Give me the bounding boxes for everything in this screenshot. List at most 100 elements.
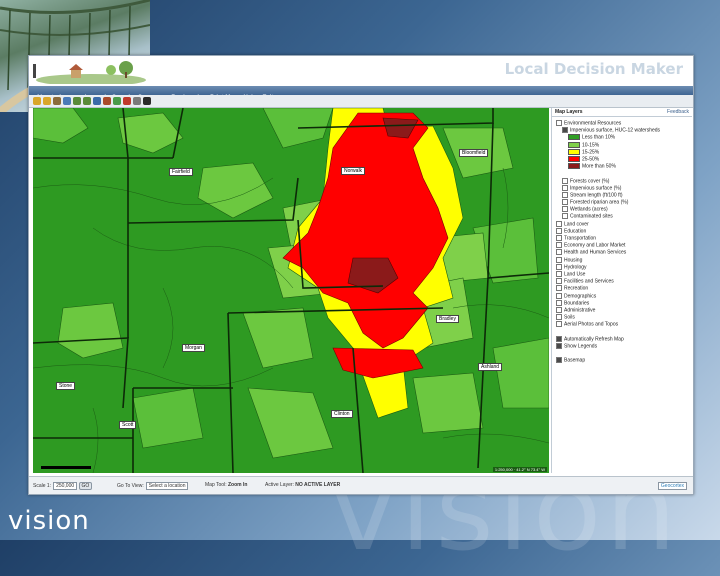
- layer-checkbox[interactable]: [556, 227, 562, 234]
- layer-row: Forested riparian area (%): [556, 199, 690, 206]
- full-extent-icon[interactable]: [63, 97, 71, 105]
- layer-row: Transportation: [556, 235, 690, 242]
- place-label-norwalk: Norwalk: [341, 167, 366, 175]
- layer-checkbox[interactable]: [556, 270, 562, 277]
- layer-checkbox[interactable]: [556, 278, 562, 285]
- zoom-out-icon[interactable]: [43, 97, 51, 105]
- layer-checkbox[interactable]: [556, 342, 562, 349]
- layer-checkbox[interactable]: [562, 127, 568, 134]
- place-label-morgan: Morgan: [182, 344, 205, 352]
- layer-label: Facilities and Services: [564, 278, 614, 285]
- layer-row: 15-25%: [556, 148, 690, 156]
- layer-checkbox[interactable]: [556, 314, 562, 321]
- layer-checkbox[interactable]: [556, 299, 562, 306]
- layer-label: Basemap: [564, 357, 586, 364]
- layer-checkbox[interactable]: [562, 213, 568, 220]
- forward-icon[interactable]: [83, 97, 91, 105]
- print-icon[interactable]: [133, 97, 141, 105]
- layer-label: 15-25%: [582, 149, 600, 156]
- layer-row: Show Legends: [556, 342, 690, 350]
- layer-row: 10-15%: [556, 141, 690, 149]
- layer-checkbox[interactable]: [556, 249, 562, 256]
- legend-swatch: [568, 163, 580, 170]
- layer-checkbox[interactable]: [556, 285, 562, 292]
- layer-checkbox[interactable]: [556, 357, 562, 364]
- layer-checkbox[interactable]: [556, 306, 562, 313]
- scale-go-button[interactable]: GO: [78, 482, 93, 490]
- active-layer-control: Active Layer: NO ACTIVE LAYER: [265, 482, 340, 488]
- legend-swatch: [568, 134, 580, 141]
- view-control: Go To View: Select a location: [117, 482, 189, 490]
- layer-row: Economy and Labor Market: [556, 242, 690, 249]
- scale-input[interactable]: 250,000: [53, 482, 78, 490]
- zoom-in-icon[interactable]: [33, 97, 41, 105]
- layer-checkbox[interactable]: [556, 220, 562, 227]
- clear-icon[interactable]: [123, 97, 131, 105]
- identify-icon[interactable]: [93, 97, 101, 105]
- layer-label: Housing: [564, 256, 583, 263]
- layer-checkbox[interactable]: [562, 191, 568, 198]
- panel-header: Map Layers Feedback: [552, 108, 692, 117]
- layer-checkbox[interactable]: [562, 177, 568, 184]
- layer-checkbox[interactable]: [556, 120, 562, 126]
- app-title: Local Decision Maker: [504, 60, 683, 78]
- select-icon[interactable]: [113, 97, 121, 105]
- corner-word: vision: [8, 506, 90, 536]
- layer-row: Land cover: [556, 220, 690, 228]
- map-view[interactable]: LincolnMaineHinsbrookOak GroveBloomfield…: [33, 108, 549, 473]
- feedback-link[interactable]: Feedback: [667, 109, 689, 115]
- layer-row: Housing: [556, 256, 690, 264]
- layer-checkbox[interactable]: [556, 235, 562, 241]
- layer-checkbox[interactable]: [562, 184, 568, 191]
- scale-label: Scale 1:: [33, 483, 52, 489]
- map-layers-panel: Map Layers Feedback Environmental Resour…: [551, 108, 692, 473]
- map-toolbar: [29, 95, 693, 108]
- layer-checkbox[interactable]: [556, 242, 562, 249]
- layer-row: Aerial Photos and Topos: [556, 321, 690, 328]
- measure-icon[interactable]: [103, 97, 111, 105]
- layer-label: Boundaries: [564, 300, 590, 307]
- layer-checkbox[interactable]: [556, 256, 562, 263]
- layer-label: Forested riparian area (%): [570, 199, 629, 206]
- layer-row: Boundaries: [556, 299, 690, 307]
- layer-row: Administrative: [556, 306, 690, 314]
- layer-label: Demographics: [564, 292, 597, 299]
- layer-checkbox[interactable]: [556, 321, 562, 328]
- layer-label: Wetlands (acres): [570, 206, 608, 213]
- layer-row: Health and Human Services: [556, 249, 690, 256]
- layer-label: Transportation: [564, 235, 597, 242]
- view-select[interactable]: Select a location: [145, 482, 189, 490]
- back-icon[interactable]: [73, 97, 81, 105]
- layer-checkbox[interactable]: [556, 335, 562, 342]
- layer-row: Automatically Refresh Map: [556, 335, 690, 343]
- layer-checkbox[interactable]: [562, 206, 568, 213]
- place-label-ashland: Ashland: [478, 363, 503, 371]
- pan-icon[interactable]: [53, 97, 61, 105]
- layer-row: Contaminated sites: [556, 213, 690, 220]
- layer-row: [556, 170, 690, 177]
- info-icon[interactable]: [143, 97, 151, 105]
- layer-label: Health and Human Services: [564, 249, 627, 256]
- layer-row: Facilities and Services: [556, 278, 690, 285]
- legend-swatch: [568, 155, 580, 162]
- layer-checkbox[interactable]: [556, 263, 562, 270]
- layer-label: Soils: [564, 314, 575, 321]
- layer-row: 25-50%: [556, 155, 690, 163]
- layer-checkbox[interactable]: [556, 292, 562, 299]
- layer-label: Aerial Photos and Topos: [564, 321, 619, 328]
- place-label-stone: Stone: [56, 382, 76, 390]
- view-label: Go To View:: [117, 483, 144, 489]
- layer-row: Soils: [556, 314, 690, 321]
- layer-row: Demographics: [556, 292, 690, 300]
- legend-swatch: [568, 141, 580, 148]
- layer-label: Impervious surface (%): [570, 185, 622, 192]
- place-label-bradley: Bradley: [436, 315, 459, 323]
- status-bar: Scale 1: 250,000 GO Go To View: Select a l…: [29, 476, 693, 494]
- layer-label: Land Use: [564, 271, 586, 278]
- layer-label: Recreation: [564, 285, 589, 292]
- menu-bar: AboutLayersLegendSearchSummaryBookmarksP…: [29, 86, 693, 101]
- layer-row: Environmental Resources: [556, 120, 690, 127]
- choropleth-map: [33, 108, 549, 473]
- layer-label: Administrative: [564, 307, 596, 314]
- layer-checkbox[interactable]: [562, 199, 568, 206]
